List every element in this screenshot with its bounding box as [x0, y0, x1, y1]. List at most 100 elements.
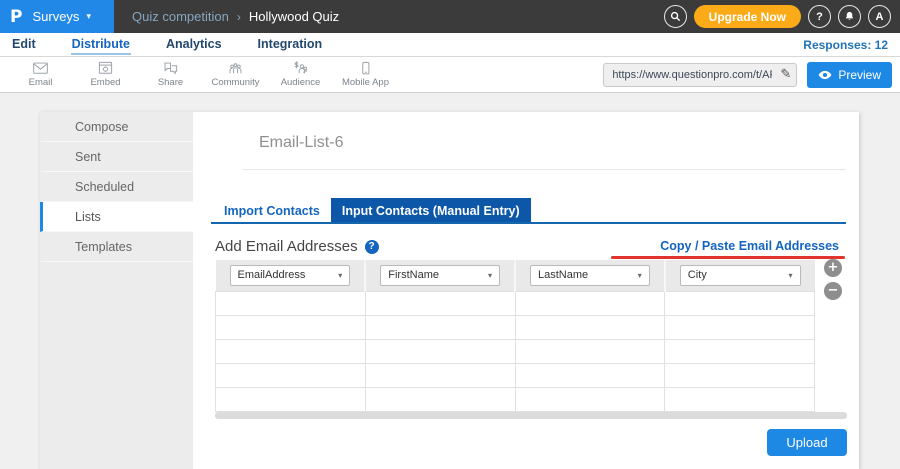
- toolbar-item-embed[interactable]: Embed: [73, 61, 138, 88]
- upload-button[interactable]: Upload: [767, 429, 847, 456]
- tab-import-contacts[interactable]: Import Contacts: [213, 198, 331, 224]
- contact-row: [216, 387, 815, 411]
- surveys-menu[interactable]: P Surveys ▾: [0, 0, 114, 33]
- email-sidebar: Compose Sent Scheduled Lists Templates: [40, 112, 193, 469]
- toolbar-item-community[interactable]: Community: [203, 61, 268, 88]
- chevron-down-icon: ▾: [638, 271, 642, 280]
- toolbar-item-label: Share: [158, 77, 183, 88]
- contact-cell[interactable]: [515, 363, 665, 387]
- upgrade-now-button[interactable]: Upgrade Now: [694, 5, 801, 28]
- contact-row: [216, 363, 815, 387]
- toolbar-item-share[interactable]: Share: [138, 61, 203, 88]
- toolbar-item-label: Embed: [90, 77, 120, 88]
- horizontal-scrollbar[interactable]: [215, 412, 847, 419]
- column-select-emailaddress[interactable]: EmailAddress▾: [230, 265, 351, 286]
- section-header: Add Email Addresses ?: [215, 238, 379, 255]
- help-icon[interactable]: ?: [365, 240, 379, 254]
- contact-cell[interactable]: [665, 315, 815, 339]
- nav-item-analytics[interactable]: Analytics: [165, 34, 223, 55]
- toolbar-item-label: Audience: [281, 77, 321, 88]
- contacts-table-wrap: EmailAddress▾ FirstName ▾ LastName ▾ City▾: [215, 260, 815, 412]
- audience-icon: $: [292, 61, 309, 76]
- email-icon: [32, 61, 49, 76]
- tab-underline: [211, 222, 846, 224]
- bell-icon: [844, 11, 855, 22]
- contacts-table: EmailAddress▾ FirstName ▾ LastName ▾ City▾: [215, 260, 815, 412]
- survey-url-input[interactable]: [603, 63, 797, 87]
- topbar-actions: Upgrade Now ? A: [664, 5, 900, 28]
- toolbar-item-label: Community: [211, 77, 259, 88]
- toolbar-item-label: Mobile App: [342, 77, 389, 88]
- contact-cell[interactable]: [216, 387, 366, 411]
- contact-cell[interactable]: [515, 339, 665, 363]
- contact-cell[interactable]: [216, 291, 366, 315]
- sidebar-item-compose[interactable]: Compose: [40, 112, 193, 142]
- breadcrumb-current: Hollywood Quiz: [249, 9, 339, 24]
- select-value: City: [688, 269, 707, 281]
- top-bar: P Surveys ▾ Quiz competition › Hollywood…: [0, 0, 900, 33]
- contact-cell[interactable]: [515, 291, 665, 315]
- toolbar-item-email[interactable]: Email: [8, 61, 73, 88]
- preview-button[interactable]: Preview: [807, 62, 892, 88]
- remove-row-button[interactable]: −: [824, 282, 842, 300]
- notifications-button[interactable]: [838, 5, 861, 28]
- eye-icon: [818, 70, 832, 80]
- sidebar-item-scheduled[interactable]: Scheduled: [40, 172, 193, 202]
- edit-url-icon[interactable]: ✎: [780, 66, 791, 82]
- contact-cell[interactable]: [365, 363, 515, 387]
- distribute-toolbar: Email Embed Share Community $ Audience M…: [0, 57, 900, 93]
- contact-cell[interactable]: [365, 387, 515, 411]
- page-title: Email-List-6: [259, 134, 343, 152]
- contact-row: [216, 339, 815, 363]
- breadcrumb-parent[interactable]: Quiz competition: [132, 9, 229, 24]
- preview-label: Preview: [838, 68, 881, 82]
- contact-cell[interactable]: [365, 315, 515, 339]
- title-divider: [243, 169, 846, 170]
- column-select-firstname[interactable]: FirstName ▾: [380, 265, 500, 286]
- contact-cell[interactable]: [365, 291, 515, 315]
- toolbar-item-label: Email: [29, 77, 53, 88]
- copy-paste-email-link[interactable]: Copy / Paste Email Addresses: [660, 239, 839, 253]
- section-title: Add Email Addresses: [215, 238, 358, 255]
- chevron-down-icon: ▾: [488, 271, 492, 280]
- magnifier-glyph: [670, 11, 681, 22]
- contact-cell[interactable]: [665, 387, 815, 411]
- contact-row: [216, 291, 815, 315]
- search-icon[interactable]: [664, 5, 687, 28]
- toolbar-item-mobile-app[interactable]: Mobile App: [333, 61, 398, 88]
- contact-cell[interactable]: [216, 315, 366, 339]
- avatar[interactable]: A: [868, 5, 891, 28]
- contact-cell[interactable]: [216, 363, 366, 387]
- red-annotation-underline: [611, 256, 845, 259]
- nav-item-integration[interactable]: Integration: [257, 34, 324, 55]
- sidebar-item-templates[interactable]: Templates: [40, 232, 193, 262]
- contacts-table-body: [216, 291, 815, 411]
- contact-cell[interactable]: [365, 339, 515, 363]
- add-row-button[interactable]: +: [824, 259, 842, 277]
- column-select-city[interactable]: City▾: [680, 265, 801, 286]
- select-value: LastName: [538, 269, 588, 281]
- select-value: FirstName: [388, 269, 439, 281]
- nav-item-edit[interactable]: Edit: [11, 34, 37, 55]
- nav-item-distribute[interactable]: Distribute: [71, 34, 131, 55]
- contact-cell[interactable]: [515, 315, 665, 339]
- contact-cell[interactable]: [216, 339, 366, 363]
- sidebar-item-sent[interactable]: Sent: [40, 142, 193, 172]
- contact-cell[interactable]: [665, 291, 815, 315]
- column-select-lastname[interactable]: LastName ▾: [530, 265, 650, 286]
- community-icon: [227, 61, 244, 76]
- sidebar-item-lists[interactable]: Lists: [40, 202, 193, 232]
- responses-count[interactable]: Responses: 12: [803, 38, 888, 52]
- help-button[interactable]: ?: [808, 5, 831, 28]
- toolbar-item-audience[interactable]: $ Audience: [268, 61, 333, 88]
- product-label: Surveys: [32, 9, 79, 24]
- contact-cell[interactable]: [665, 363, 815, 387]
- tab-input-contacts-manual-entry[interactable]: Input Contacts (Manual Entry): [331, 198, 531, 224]
- contact-cell[interactable]: [515, 387, 665, 411]
- toolbar-right: ✎ Preview: [603, 62, 900, 88]
- breadcrumb-separator: ›: [237, 10, 241, 24]
- column-mapping-row: EmailAddress▾ FirstName ▾ LastName ▾ City▾: [216, 260, 815, 291]
- svg-text:$: $: [294, 61, 298, 69]
- email-lists-panel: Compose Sent Scheduled Lists Templates E…: [40, 112, 859, 469]
- contact-cell[interactable]: [665, 339, 815, 363]
